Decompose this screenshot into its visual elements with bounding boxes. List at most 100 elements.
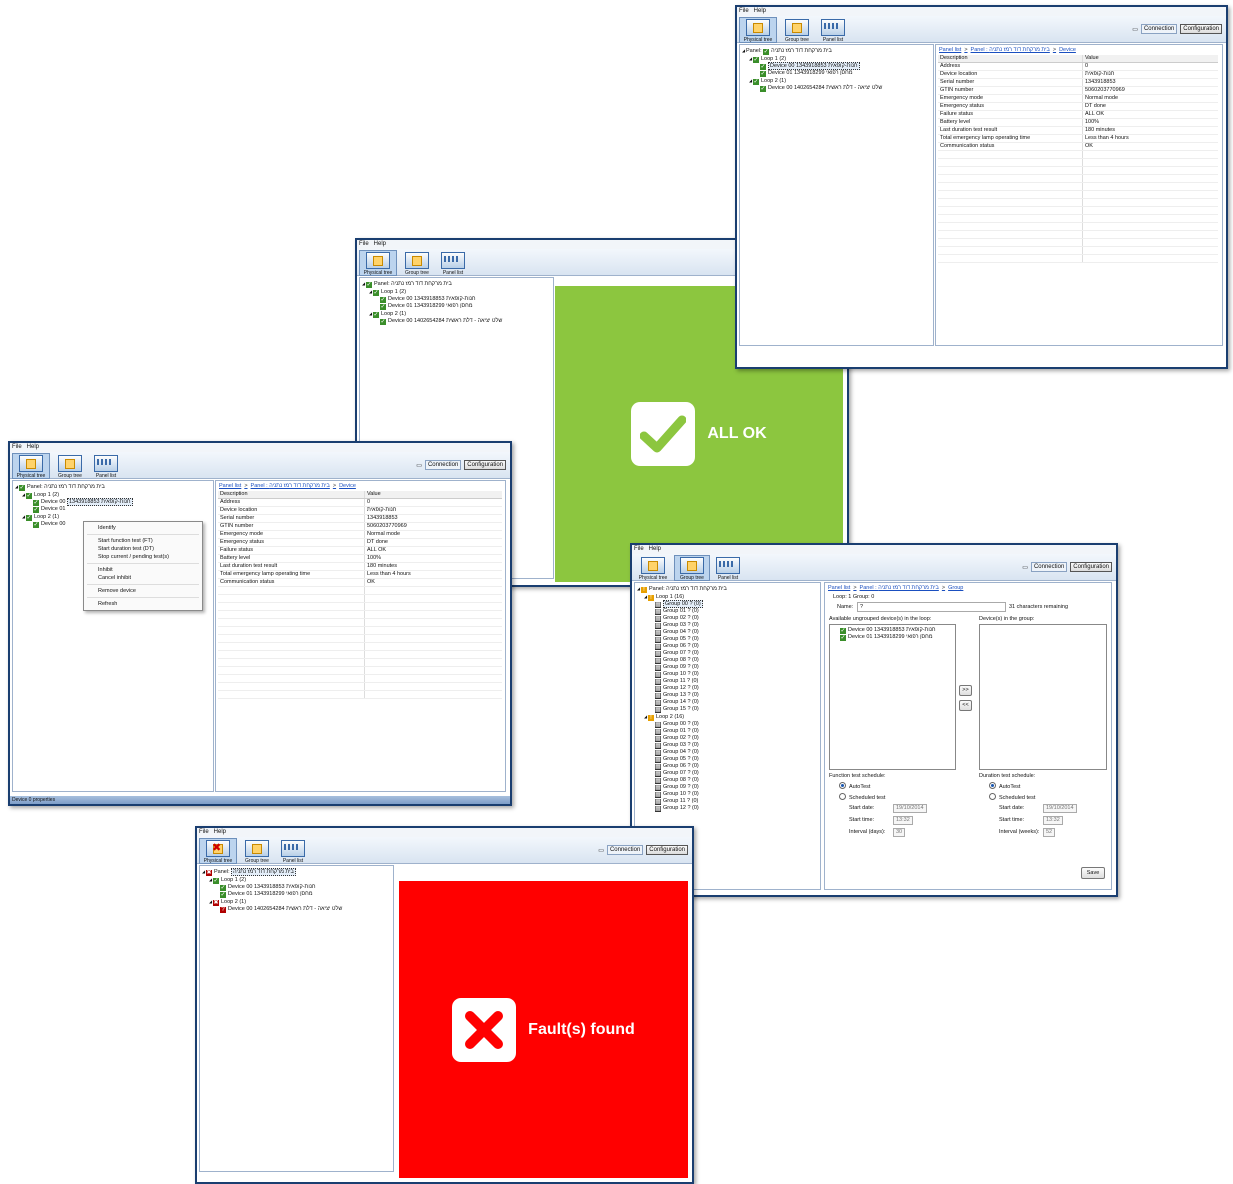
crumb-panel[interactable]: Panel : בית מרקחת דוד רמז נתניה [251, 483, 330, 489]
tree-loop-2[interactable]: ◢✓ Loop 2 (1) [362, 310, 551, 318]
panel-list-button[interactable]: Panel list [277, 838, 309, 864]
property-row[interactable]: Battery level 100% [218, 554, 502, 563]
crumb-device[interactable]: Device [1059, 47, 1076, 53]
group-item[interactable]: ▦ Group 09 ? (0) [637, 784, 818, 791]
physical-tree-button[interactable]: Physical tree [12, 453, 50, 479]
group-item[interactable]: ▦ Group 00 ? (0) [637, 600, 818, 608]
ft-start-time-input[interactable]: 13:32 [893, 816, 913, 825]
available-devices-list[interactable]: ✓ Device 00 1343918853 חנות-קופאית ✓ Devic… [829, 624, 956, 770]
group-tree-button[interactable]: Group tree [239, 838, 275, 864]
available-device-00[interactable]: ✓ Device 00 1343918853 חנות-קופאית [832, 627, 953, 634]
group-item[interactable]: ▦ Group 12 ? (0) [637, 685, 818, 692]
group-tree-button[interactable]: Group tree [779, 17, 815, 43]
menu-help[interactable]: Help [374, 241, 386, 247]
dt-interval-input[interactable]: 52 [1043, 828, 1056, 837]
panel-list-button[interactable]: Panel list [437, 250, 469, 276]
tree-device-00[interactable]: ✓ Device 00 1343918853 חנות-קופאית [742, 62, 931, 70]
crumb-device[interactable]: Device [339, 483, 356, 489]
move-right-button[interactable]: >> [959, 685, 972, 696]
ft-scheduled-radio[interactable]: Scheduled test [839, 793, 959, 801]
tree-loop2-device-00[interactable]: ✓ Device 00 1402654284 שלט יציאה - דלת רא… [362, 318, 551, 325]
save-button[interactable]: Save [1081, 867, 1105, 879]
property-row[interactable]: Emergency status DT done [938, 102, 1218, 111]
menu-help[interactable]: Help [754, 8, 766, 14]
group-item[interactable]: ▦ Group 10 ? (0) [637, 671, 818, 678]
physical-tree-button[interactable]: Physical tree [739, 17, 777, 43]
panel-list-button[interactable]: Panel list [817, 17, 849, 43]
connection-button[interactable]: Connection [1140, 24, 1178, 34]
dt-auto-radio[interactable]: AutoTest [989, 782, 1109, 790]
connection-button[interactable]: Connection [1030, 562, 1068, 572]
group-item[interactable]: ▦ Group 03 ? (0) [637, 622, 818, 629]
group-item[interactable]: ▦ Group 02 ? (0) [637, 735, 818, 742]
tree-panel[interactable]: ◢✓ Panel: בית מרקחת דוד רמז נתניה [362, 280, 551, 288]
ft-interval-input[interactable]: 30 [893, 828, 906, 837]
tree-loop-2[interactable]: ◢! Loop 2 (16) [637, 713, 818, 721]
monitor-icon[interactable]: ▭ [1132, 26, 1138, 33]
group-item[interactable]: ▦ Group 02 ? (0) [637, 615, 818, 622]
group-item[interactable]: ▦ Group 07 ? (0) [637, 650, 818, 657]
group-item[interactable]: ▦ Group 08 ? (0) [637, 777, 818, 784]
group-item[interactable]: ▦ Group 14 ? (0) [637, 699, 818, 706]
configuration-button[interactable]: Configuration [1180, 24, 1222, 34]
menu-file[interactable]: File [199, 829, 209, 835]
property-row[interactable]: Emergency mode Normal mode [218, 530, 502, 539]
property-row[interactable]: Battery level 100% [938, 118, 1218, 127]
group-item[interactable]: ▦ Group 15 ? (0) [637, 706, 818, 713]
group-item[interactable]: ▦ Group 13 ? (0) [637, 692, 818, 699]
property-row[interactable]: Emergency status DT done [218, 538, 502, 547]
crumb-panel-list[interactable]: Panel list [939, 47, 961, 53]
name-input[interactable]: ? [857, 602, 1006, 612]
crumb-panel[interactable]: Panel : בית מרקחת דוד רמז נתניה [971, 47, 1050, 53]
group-tree-button[interactable]: Group tree [399, 250, 435, 276]
configuration-button[interactable]: Configuration [1070, 562, 1112, 572]
property-row[interactable]: Last duration test result 180 minutes [218, 562, 502, 571]
menu-file[interactable]: File [12, 444, 22, 450]
tree-device-01[interactable]: ✓ Device 01 1343918299 מחסן רפואי [742, 70, 931, 77]
group-item[interactable]: ▦ Group 05 ? (0) [637, 636, 818, 643]
connection-button[interactable]: Connection [424, 460, 462, 470]
property-row[interactable]: Communication status OK [218, 578, 502, 587]
menu-start-dt[interactable]: Start duration test (DT) [84, 545, 202, 553]
property-row[interactable]: Device location חנות-קופאית [218, 506, 502, 515]
menu-cancel-inhibit[interactable]: Cancel inhibit [84, 574, 202, 582]
tree-panel[interactable]: ◢✓ Panel: בית מרקחת דוד רמז נתניה [15, 483, 211, 491]
property-row[interactable]: Total emergency lamp operating time Less … [218, 570, 502, 579]
property-row[interactable]: Failure status ALL OK [938, 110, 1218, 119]
group-item[interactable]: ▦ Group 06 ? (0) [637, 763, 818, 770]
group-tree-button[interactable]: Group tree [52, 453, 88, 479]
property-row[interactable]: Total emergency lamp operating time Less … [938, 134, 1218, 143]
group-tree-button[interactable]: Group tree [674, 555, 710, 581]
property-row[interactable]: Device location חנות-קופאית [938, 70, 1218, 79]
tree-device-01[interactable]: ✓ Device 01 [15, 506, 211, 513]
tree-device-00[interactable]: ✓ Device 00 1343918853 חנות-קופאית [362, 296, 551, 303]
dt-start-date-input[interactable]: 19/10/2014 [1043, 804, 1077, 813]
connection-button[interactable]: Connection [606, 845, 644, 855]
tree-loop-1[interactable]: ◢✓ Loop 1 (2) [202, 876, 391, 884]
menu-stop-tests[interactable]: Stop current / pending test(s) [84, 553, 202, 561]
menu-help[interactable]: Help [214, 829, 226, 835]
property-row[interactable]: Failure status ALL OK [218, 546, 502, 555]
ft-start-date-input[interactable]: 19/10/2014 [893, 804, 927, 813]
group-item[interactable]: ▦ Group 01 ? (0) [637, 608, 818, 615]
dt-scheduled-radio[interactable]: Scheduled test [989, 793, 1109, 801]
property-row[interactable]: Address 0 [218, 498, 502, 507]
tree-loop2-device-00[interactable]: ✓ Device 00 1402654284 שלט יציאה - דלת רא… [742, 85, 931, 92]
property-row[interactable]: Serial number 1343918853 [218, 514, 502, 523]
group-item[interactable]: ▦ Group 03 ? (0) [637, 742, 818, 749]
tree-device-01[interactable]: ✓ Device 01 1343918299 מחסן רפואי [202, 891, 391, 898]
group-item[interactable]: ▦ Group 10 ? (0) [637, 791, 818, 798]
menu-file[interactable]: File [739, 8, 749, 14]
group-item[interactable]: ▦ Group 06 ? (0) [637, 643, 818, 650]
menu-help[interactable]: Help [27, 444, 39, 450]
group-item[interactable]: ▦ Group 11 ? (0) [637, 678, 818, 685]
tree-loop-2[interactable]: ◢✖ Loop 2 (1) [202, 898, 391, 906]
property-row[interactable]: Emergency mode Normal mode [938, 94, 1218, 103]
tree-loop-1[interactable]: ◢✓ Loop 1 (2) [362, 288, 551, 296]
menu-file[interactable]: File [634, 546, 644, 552]
tree-device-00[interactable]: ✓ Device 00 1343918853 חנות-קופאית [202, 884, 391, 891]
group-item[interactable]: ▦ Group 01 ? (0) [637, 728, 818, 735]
group-item[interactable]: ▦ Group 05 ? (0) [637, 756, 818, 763]
ft-auto-radio[interactable]: AutoTest [839, 782, 959, 790]
property-row[interactable]: Address 0 [938, 62, 1218, 71]
